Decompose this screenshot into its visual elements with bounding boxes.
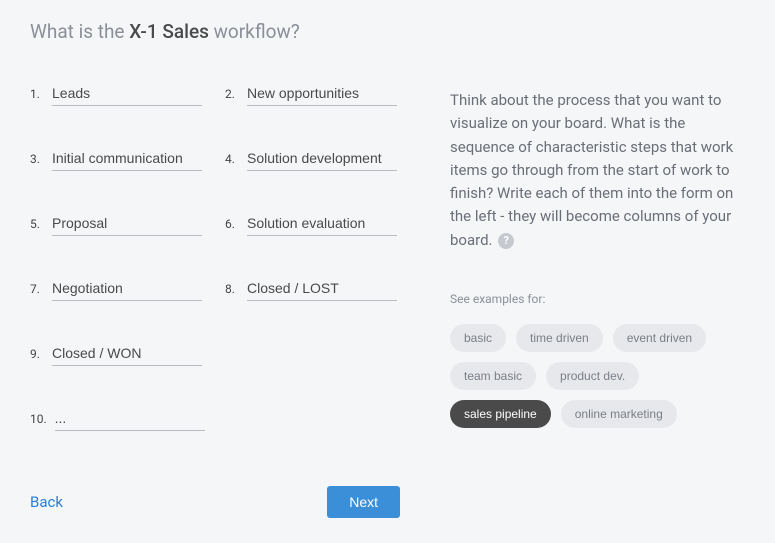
next-button[interactable]: Next (327, 486, 400, 518)
example-tag-online-marketing[interactable]: online marketing (561, 400, 677, 428)
step-input[interactable] (247, 213, 397, 236)
step-input[interactable] (52, 343, 202, 366)
step-number: 10. (30, 412, 47, 426)
step-input[interactable] (247, 278, 397, 301)
page-title: What is the X-1 Sales workflow? (30, 20, 745, 43)
step-input[interactable] (52, 278, 202, 301)
step-number: 6. (225, 217, 239, 231)
step-number: 1. (30, 87, 44, 101)
example-tag-event-driven[interactable]: event driven (613, 324, 706, 352)
workflow-step: 8. (225, 278, 400, 301)
back-button[interactable]: Back (30, 493, 63, 511)
step-number: 3. (30, 152, 44, 166)
workflow-step: 6. (225, 213, 400, 236)
step-number: 5. (30, 217, 44, 231)
step-number: 4. (225, 152, 239, 166)
example-tag-team-basic[interactable]: team basic (450, 362, 536, 390)
example-tag-sales-pipeline[interactable]: sales pipeline (450, 400, 551, 428)
help-icon[interactable]: ? (498, 233, 514, 249)
examples-label: See examples for: (450, 292, 745, 306)
workflow-step: 1. (30, 83, 205, 106)
workflow-step: 3. (30, 148, 205, 171)
step-input[interactable] (247, 148, 397, 171)
title-suffix: workflow? (209, 20, 300, 43)
example-tag-product-dev-[interactable]: product dev. (546, 362, 639, 390)
workflow-form: 1. 2. 3. 4. 5. 6. 7. 8. 9. 10. (30, 83, 400, 431)
step-number: 2. (225, 87, 239, 101)
workflow-step: 4. (225, 148, 400, 171)
example-tag-basic[interactable]: basic (450, 324, 506, 352)
step-input[interactable] (52, 83, 202, 106)
description-body: Think about the process that you want to… (450, 91, 733, 249)
step-number: 8. (225, 282, 239, 296)
workflow-step: 10. (30, 408, 205, 431)
workflow-step: 5. (30, 213, 205, 236)
step-number: 9. (30, 347, 44, 361)
workflow-step: 7. (30, 278, 205, 301)
step-input[interactable] (247, 83, 397, 106)
description-text: Think about the process that you want to… (450, 89, 745, 252)
step-input[interactable] (52, 213, 202, 236)
step-input[interactable] (52, 148, 202, 171)
step-number: 7. (30, 282, 44, 296)
example-tags: basic time driven event driven team basic pr… (450, 324, 745, 428)
step-input[interactable] (55, 408, 205, 431)
example-tag-time-driven[interactable]: time driven (516, 324, 603, 352)
workflow-step: 9. (30, 343, 205, 366)
title-prefix: What is the (30, 20, 129, 43)
title-highlight: X-1 Sales (129, 20, 209, 43)
workflow-step: 2. (225, 83, 400, 106)
